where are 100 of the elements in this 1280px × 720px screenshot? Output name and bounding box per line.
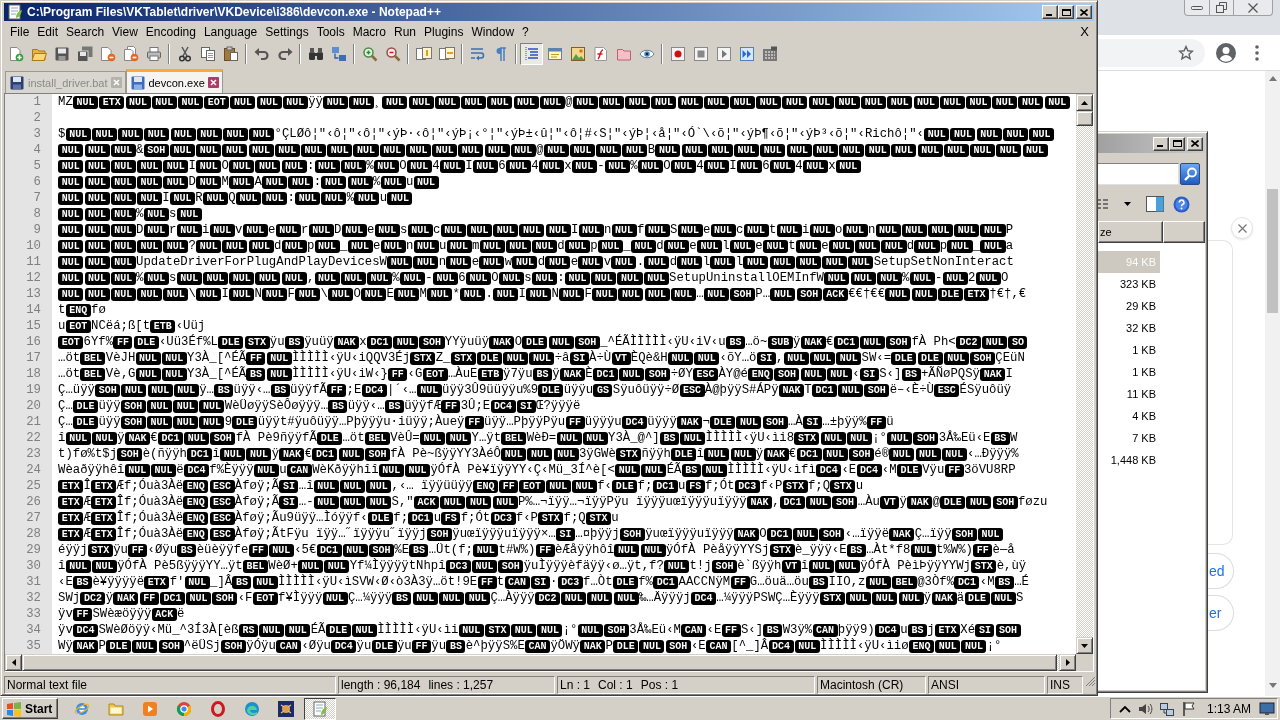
menu-item[interactable]: Encoding [141,24,200,39]
line-number: 13 [25,286,42,302]
list-item[interactable]: 1 KB [1098,339,1160,361]
line-number: 1 [32,94,42,110]
sync-horizontal-icon[interactable] [438,46,455,62]
binoculars-icon[interactable] [307,46,324,62]
menu-item[interactable]: ? [518,24,533,39]
maximize-button[interactable] [1169,136,1185,151]
menu-item[interactable]: View [108,24,142,39]
sync-vertical-icon[interactable] [415,46,432,62]
scrollbar-thumb[interactable] [1076,111,1093,126]
line-number: 32 [25,590,42,606]
flag-icon[interactable] [1180,700,1197,717]
fast-forward-icon[interactable] [738,46,755,62]
menu-item[interactable]: Plugins [420,24,468,39]
scroll-down-button[interactable] [1076,637,1093,654]
search-button[interactable] [1180,163,1200,185]
line-number: 3 [32,126,42,142]
search-field[interactable] [1098,163,1179,185]
monitor-icon[interactable] [1259,700,1275,717]
column-header[interactable] [1163,221,1205,243]
zoom-in-icon[interactable] [361,46,378,62]
scrollbar-thumb[interactable] [1267,189,1278,313]
list-view-icon[interactable] [1098,198,1108,210]
play-button-icon[interactable] [142,700,159,717]
function-list-icon[interactable] [592,46,609,62]
globe-icon[interactable] [74,700,91,717]
menu-item[interactable]: Search [62,24,109,39]
caret-up-icon[interactable] [1268,76,1277,81]
minimize-icon [1191,5,1203,10]
word-wrap-icon[interactable] [469,46,486,62]
list-item[interactable]: 323 KB [1098,273,1160,295]
close-all-icon[interactable] [122,46,139,62]
window-icon[interactable] [546,46,563,62]
ring-icon[interactable] [210,700,227,717]
close-file-icon[interactable] [99,46,116,62]
menu-icon[interactable] [1255,44,1259,61]
open-folder-icon[interactable] [30,46,47,62]
list-item[interactable]: 7 KB [1098,427,1160,449]
list-item[interactable]: 1 KB [1098,361,1160,383]
scroll-left-button[interactable] [5,654,22,671]
round-logo-icon[interactable] [176,700,193,717]
help-icon[interactable] [1173,195,1190,213]
menu-item[interactable]: Window [467,24,519,39]
list-item[interactable]: 29 KB [1098,295,1160,317]
line-number: 28 [25,526,42,542]
close-document-button[interactable]: X [1078,24,1091,39]
redo-icon[interactable] [276,46,293,62]
preview-pane-icon[interactable] [1146,196,1164,212]
stop-icon[interactable] [692,46,709,62]
replace-icon[interactable] [330,46,347,62]
map-icon[interactable] [569,46,586,62]
resize-grip-icon[interactable] [1085,676,1095,686]
clipboard-icon[interactable] [222,46,239,62]
tab[interactable]: devcon.exe [125,69,223,93]
record-icon[interactable] [669,46,686,62]
list-item[interactable]: 1,448 KB [1098,449,1160,471]
code-line: ‹E BS è¥ÿÿÿÿë ETX f' NUL _]Â BS NUL ÌÌÌÌÌ‹ÿU‹ìSVW‹Ø‹ò3À3ÿ…öt!9E FF t CAN SI · DC3 f…Òt DLE f% DC1 AACCNÿM FF G…öuä…öu BS IIO,z NUL BEL @3Òf% DC1 ‹M BS …É [58,574,1029,590]
copy-icon[interactable] [199,46,216,62]
clock[interactable]: 1:13 AM [1206,701,1251,716]
zoom-out-icon[interactable] [384,46,401,62]
scissors-icon[interactable] [176,46,193,62]
network-icon[interactable] [1158,700,1175,717]
folder-icon[interactable] [615,46,632,62]
star-icon[interactable] [1178,44,1194,61]
close-button[interactable] [1234,0,1273,16]
person-icon[interactable] [1216,42,1236,63]
undo-icon[interactable] [253,46,270,62]
menu-item[interactable]: Macro [348,24,390,39]
start-button[interactable]: Start [2,698,59,719]
menu-item[interactable]: Tools [312,24,349,39]
menu-item[interactable]: Settings [261,24,313,39]
app-icon[interactable] [278,700,295,717]
caret-down-icon[interactable] [1124,202,1131,206]
menu-item[interactable]: Language [199,24,262,39]
menu-item[interactable]: File [6,24,34,39]
printer-icon[interactable] [145,46,162,62]
chevron-up-icon[interactable] [1118,703,1131,714]
new-file-icon[interactable] [7,46,24,62]
macro-list-icon[interactable] [761,46,778,62]
scroll-right-button[interactable] [1059,654,1076,671]
toolbar-button[interactable] [520,43,543,65]
line-number: 23 [25,446,42,462]
maximize-button[interactable] [1058,5,1074,19]
address-field[interactable] [1096,38,1205,67]
floppy-disks-icon[interactable] [76,46,93,62]
menu-item[interactable]: Edit [33,24,63,39]
restore-button[interactable] [1210,0,1234,16]
scroll-up-button[interactable] [1076,94,1093,111]
list-item[interactable]: 32 KB [1098,317,1160,339]
list-item[interactable]: 11 KB [1098,383,1160,405]
restore-icon [1216,2,1227,13]
column-header[interactable]: ze [1098,221,1163,243]
list-item[interactable]: 4 KB [1098,405,1160,427]
play-icon[interactable] [715,46,732,62]
close-icon[interactable] [207,77,219,88]
menu-item[interactable]: Run [390,24,421,39]
insert-mode-text: INS [1050,678,1070,692]
minimize-button[interactable] [1184,0,1210,16]
taskbar-button[interactable] [304,697,337,720]
